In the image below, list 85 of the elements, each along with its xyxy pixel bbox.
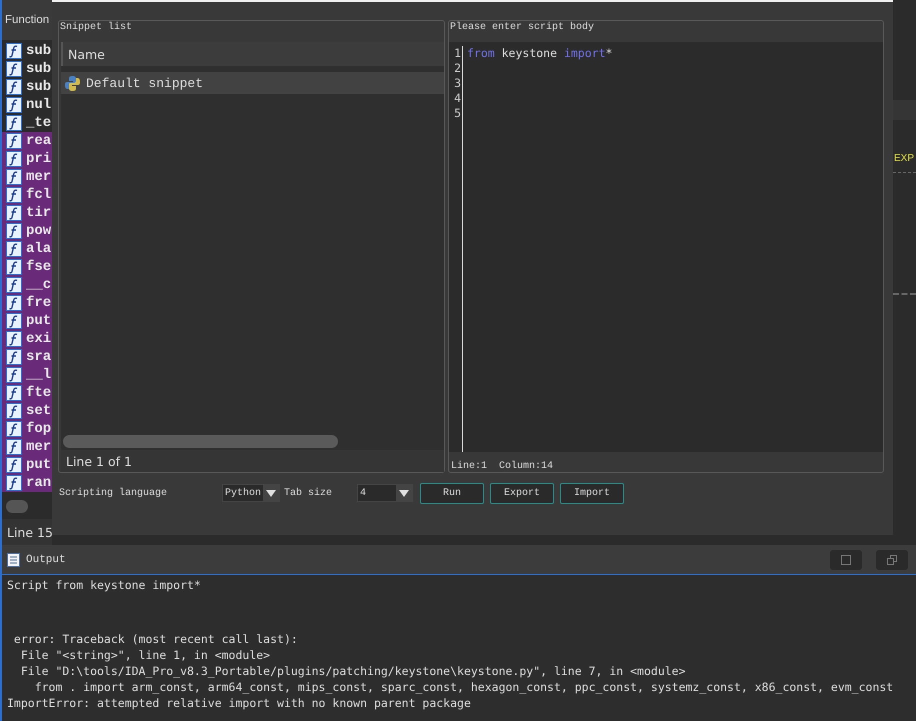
line-number: 1 — [454, 46, 461, 61]
function-item[interactable]: set — [2, 402, 52, 420]
function-icon — [6, 133, 22, 149]
function-item[interactable]: rea — [2, 132, 52, 150]
function-item[interactable]: fte — [2, 384, 52, 402]
group-title: Snippet list — [59, 21, 134, 35]
scrollbar-thumb[interactable] — [63, 434, 338, 448]
function-item[interactable]: mer — [2, 168, 52, 186]
column-header[interactable]: Name — [61, 42, 444, 66]
output-line: from . import arm_const, arm64_const, mips_const, sparc_const, hexagon_const, ppc_const, systemz_const, x86_const, evm_const — [34, 679, 894, 695]
code-line: from keystone import* — [467, 46, 614, 61]
function-icon — [6, 421, 22, 437]
python-icon — [64, 74, 81, 92]
function-item[interactable]: put — [2, 456, 52, 474]
function-icon — [6, 79, 22, 95]
function-item[interactable]: __l — [2, 366, 52, 384]
function-icon — [6, 97, 22, 113]
tab-size-label: Tab size — [284, 488, 334, 498]
output-line: Script from keystone import* — [7, 577, 202, 593]
disassembly-text: EXP — [893, 153, 916, 164]
line-number: 3 — [454, 76, 461, 91]
function-icon — [6, 475, 22, 491]
function-item[interactable]: exi — [2, 330, 52, 348]
function-icon — [6, 277, 22, 293]
code-editor[interactable]: 1 2 3 4 5 from keystone import* — [449, 42, 883, 452]
function-icon — [6, 259, 22, 275]
functions-title: Function — [2, 0, 52, 40]
function-icon — [6, 151, 22, 167]
language-label: Scripting language — [59, 488, 168, 498]
function-item[interactable]: put — [2, 312, 52, 330]
function-item[interactable]: pri — [2, 150, 52, 168]
function-icon — [6, 295, 22, 311]
caret-icon — [399, 490, 410, 496]
function-item[interactable]: fre — [2, 294, 52, 312]
panel-title: Output — [26, 554, 66, 566]
function-icon — [6, 187, 22, 203]
caret-icon — [266, 490, 276, 496]
cursor-status: Line:1 Column:14 — [450, 460, 554, 472]
function-icon — [6, 331, 22, 347]
function-item[interactable]: ala — [2, 240, 52, 258]
function-icon — [6, 385, 22, 401]
list-icon — [7, 552, 20, 566]
line-number: 5 — [454, 106, 461, 121]
output-line: File "<string>", line 1, in <module> — [20, 647, 272, 663]
function-item[interactable]: pow — [2, 222, 52, 240]
function-item[interactable]: fop — [2, 420, 52, 438]
function-item[interactable]: mer — [2, 438, 52, 456]
output-line: File "D:\tools/IDA_Pro_v8.3_Portable/plugins/patching/keystone\keystone.py", line 7, in <module> — [20, 663, 687, 679]
window-icon — [841, 554, 851, 564]
function-icon — [6, 313, 22, 329]
line-status: Line 15 — [2, 519, 52, 545]
tab-size-dropdown[interactable]: 4 — [357, 484, 414, 502]
function-item[interactable]: fcl — [2, 186, 52, 204]
function-icon — [6, 61, 22, 77]
function-icon — [6, 205, 22, 221]
dialog-button[interactable]: Export — [490, 482, 554, 504]
function-icon — [6, 457, 22, 473]
function-icon — [6, 241, 22, 257]
function-item[interactable]: sra — [2, 348, 52, 366]
function-icon — [6, 349, 22, 365]
dialog-button[interactable]: Import — [560, 482, 624, 504]
maximize-button[interactable] — [830, 550, 862, 570]
function-item[interactable]: __c — [2, 276, 52, 294]
dialog-button[interactable]: Run — [420, 482, 484, 504]
function-item[interactable]: tir — [2, 204, 52, 222]
output-line: error: Traceback (most recent call last): — [12, 631, 299, 647]
snippet-item[interactable]: Default snippet — [61, 72, 444, 94]
function-icon — [6, 439, 22, 455]
function-icon — [6, 169, 22, 185]
group-title: Please enter script body — [449, 21, 596, 35]
scrollbar-thumb[interactable] — [6, 500, 28, 512]
function-icon — [6, 43, 22, 59]
function-icon — [6, 403, 22, 419]
function-icon — [6, 223, 22, 239]
function-icon — [6, 367, 22, 383]
language-dropdown[interactable]: Python — [222, 484, 280, 502]
output-line: ImportError: attempted relative import with no known parent package — [7, 695, 472, 711]
line-number: 4 — [454, 91, 461, 106]
float-button[interactable] — [876, 550, 908, 570]
line-number: 2 — [454, 61, 461, 76]
windows-icon — [887, 554, 897, 564]
list-status: Line 1 of 1 — [61, 450, 444, 472]
function-item[interactable]: fse — [2, 258, 52, 276]
function-item[interactable]: ran — [2, 474, 52, 492]
function-icon — [6, 115, 22, 131]
